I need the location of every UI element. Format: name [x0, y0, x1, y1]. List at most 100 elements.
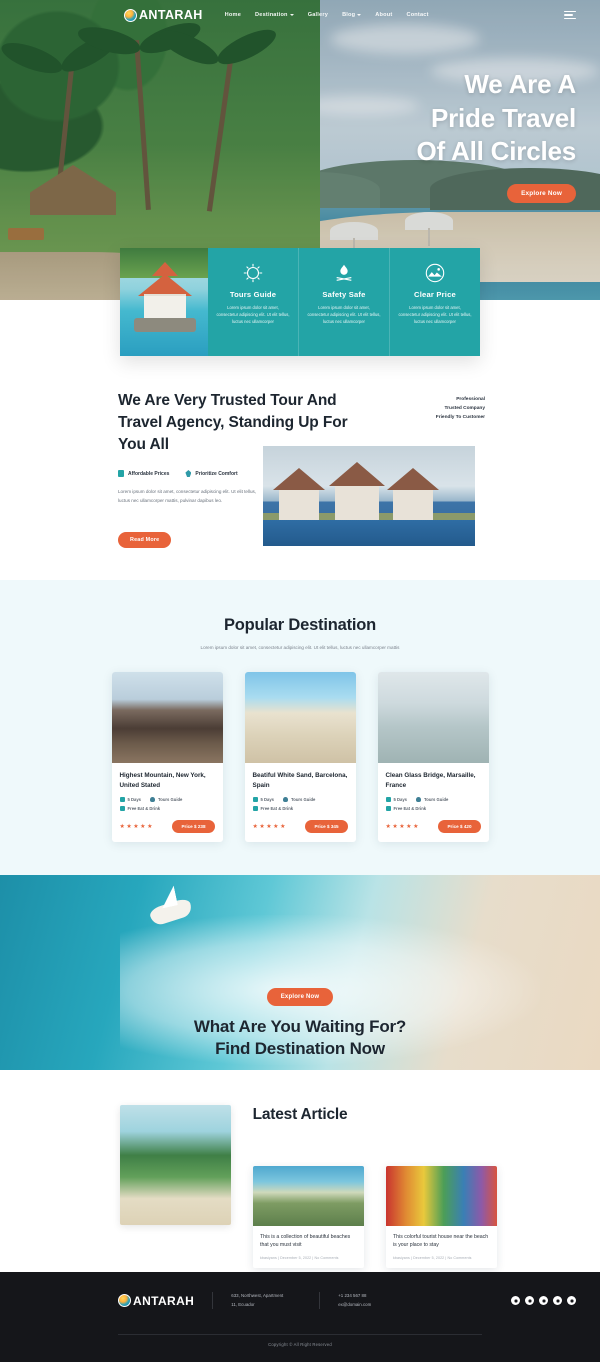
footer-email[interactable]: ex@domain.com — [338, 1301, 371, 1310]
article-title: This colorful tourist house near the bea… — [393, 1234, 489, 1249]
instagram-icon[interactable] — [539, 1296, 548, 1306]
meta-extra: Free Eat & Drink — [252, 806, 294, 812]
destination-card-row: Highest Mountain, New York, United State… — [0, 672, 600, 843]
destination-price-button[interactable]: Price $ 238 — [172, 820, 215, 834]
footer-copyright: Copyright © All Right Reserved — [268, 1342, 332, 1347]
linkedin-icon[interactable] — [553, 1296, 562, 1306]
hero-title-line-2: Pride Travel — [430, 102, 576, 133]
feature-title: Safety Safe — [322, 290, 366, 299]
gazebo-photo — [120, 248, 208, 356]
footer-contact: +1 234 567 88 ex@domain.com — [319, 1292, 389, 1310]
cta-button-wrap: Explore Now — [0, 985, 600, 1006]
nav-item-contact[interactable]: Contact — [406, 12, 428, 18]
feature-description: Lorem ipsum dolor sit amet, consectetur … — [216, 305, 290, 325]
chip-label: Prioritize Comfort — [195, 470, 238, 477]
house-shape — [279, 486, 319, 520]
footer-phone[interactable]: +1 234 567 88 — [338, 1292, 371, 1301]
nav-label: Gallery — [307, 12, 329, 18]
houses-photo — [263, 446, 475, 546]
feature-strip: Tours Guide Lorem ipsum dolor sit amet, … — [120, 248, 480, 356]
nav-item-home[interactable]: Home — [225, 12, 241, 18]
compass-icon — [242, 262, 264, 284]
house-roof — [273, 468, 325, 490]
meta-extra-label: Free Eat & Drink — [127, 806, 161, 812]
feature-title: Tours Guide — [229, 290, 277, 299]
hamburger-icon[interactable] — [564, 10, 576, 20]
comfort-icon — [185, 470, 192, 477]
article-meta: kbasiyans | December 5, 2022 | No Commen… — [393, 1255, 472, 1260]
feature-description: Lorem ipsum dolor sit amet, consectetur … — [307, 305, 381, 325]
popular-subtitle: Lorem ipsum dolor sit amet, consectetur … — [200, 645, 400, 650]
calendar-icon — [119, 797, 125, 803]
footer-logo[interactable]: ANTARAH — [118, 1294, 194, 1308]
twitter-icon[interactable] — [525, 1296, 534, 1306]
meta-guide-label: Tours Guide — [158, 797, 183, 803]
site-logo[interactable]: ANTARAH — [124, 8, 203, 22]
feature-title: Clear Price — [414, 290, 456, 299]
article-card[interactable]: This is a collection of beautiful beache… — [253, 1166, 364, 1268]
meta-extra-label: Free Eat & Drink — [393, 806, 427, 812]
destination-meta: 5 Days Tours Guide Free Eat & Drink — [385, 797, 481, 812]
meta-extra-label: Free Eat & Drink — [260, 806, 294, 812]
trusted-paragraph: Lorem ipsum dolor sit amet, consectetur … — [118, 489, 257, 503]
calendar-icon — [385, 797, 391, 803]
hero-copy: We Are A Pride Travel Of All Circles — [236, 68, 576, 169]
gazebo-body — [144, 294, 186, 320]
chip-affordable-prices: Affordable Prices — [118, 470, 169, 477]
footer-logo-text: ANTARAH — [133, 1293, 195, 1308]
article-card[interactable]: This colorful tourist house near the bea… — [386, 1166, 497, 1268]
feature-cards: Tours Guide Lorem ipsum dolor sit amet, … — [208, 248, 480, 356]
read-more-wrap: Read More — [118, 528, 172, 548]
nav-item-destination[interactable]: Destination — [255, 12, 294, 18]
nav-item-gallery[interactable]: Gallery — [308, 12, 328, 18]
nav-item-blog[interactable]: Blog — [342, 12, 362, 18]
chip-prioritize-comfort: Prioritize Comfort — [185, 470, 238, 477]
nav-label: Destination — [255, 12, 288, 18]
cta-explore-now-button[interactable]: Explore Now — [266, 988, 334, 1006]
trusted-tag: Trusted Company — [444, 405, 485, 411]
feature-description: Lorem ipsum dolor sit amet, consectetur … — [398, 305, 472, 325]
meta-extra: Free Eat & Drink — [119, 806, 161, 812]
guide-icon — [150, 797, 156, 803]
rating-stars: ★ ★ ★ ★ ★ — [119, 824, 153, 831]
feature-card-tours-guide[interactable]: Tours Guide Lorem ipsum dolor sit amet, … — [208, 248, 299, 356]
destination-title: Clean Glass Bridge, Marsaille, France — [385, 772, 476, 789]
meta-guide-label: Tours Guide — [424, 797, 449, 803]
chevron-down-icon — [289, 14, 294, 16]
cta-heading-line-1: What Are You Waiting For? — [193, 1017, 407, 1036]
rating-stars: ★ ★ ★ ★ ★ — [385, 824, 419, 831]
latest-article-section: Latest Article This is a collection of b… — [0, 1070, 600, 1270]
destination-price-button[interactable]: Price $ 420 — [438, 820, 481, 834]
nav-item-about[interactable]: About — [375, 12, 392, 18]
water-shape — [263, 520, 475, 546]
trusted-tag-list: Professional Trusted Company Friendly To… — [436, 396, 485, 423]
feature-card-clear-price[interactable]: Clear Price Lorem ipsum dolor sit amet, … — [390, 248, 480, 356]
article-row: This is a collection of beautiful beache… — [120, 1105, 497, 1268]
destination-card[interactable]: Highest Mountain, New York, United State… — [111, 672, 223, 843]
main-navigation: ANTARAH Home Destination Gallery Blog Ab… — [0, 0, 600, 30]
footer-address: 633, Northwest, Apartment 11, Ecuador — [212, 1292, 301, 1310]
meta-days-label: 5 Days — [260, 797, 275, 803]
feature-card-safety-safe[interactable]: Safety Safe Lorem ipsum dolor sit amet, … — [299, 248, 390, 356]
read-more-button[interactable]: Read More — [118, 532, 172, 548]
latest-article-title: Latest Article — [252, 1106, 348, 1123]
facebook-icon[interactable] — [511, 1296, 520, 1306]
hero-explore-now-button[interactable]: Explore Now — [507, 184, 576, 203]
trusted-tag: Friendly To Customer — [435, 414, 485, 420]
campfire-icon — [333, 262, 355, 284]
food-icon — [119, 806, 125, 812]
meta-days: 5 Days — [119, 797, 141, 803]
destination-card[interactable]: Clean Glass Bridge, Marsaille, France 5 … — [377, 672, 489, 843]
address-line-2: 11, Ecuador — [231, 1301, 255, 1307]
nav-label: About — [375, 12, 393, 18]
destination-price-button[interactable]: Price $ 345 — [305, 820, 348, 834]
destination-card[interactable]: Beatiful White Sand, Barcelona, Spain 5 … — [244, 672, 356, 843]
nav-label: Contact — [406, 12, 429, 18]
guide-icon — [283, 797, 289, 803]
youtube-icon[interactable] — [567, 1296, 576, 1306]
meta-guide-label: Tours Guide — [291, 797, 316, 803]
address-line-1: 633, Northwest, Apartment — [231, 1293, 284, 1298]
destination-image — [377, 672, 489, 764]
destination-meta: 5 Days Tours Guide Free Eat & Drink — [252, 797, 348, 812]
meta-days-label: 5 Days — [393, 797, 408, 803]
